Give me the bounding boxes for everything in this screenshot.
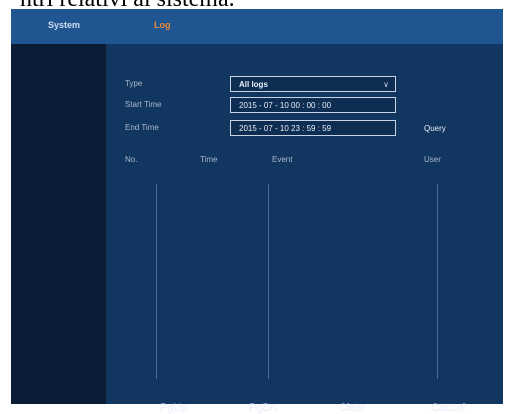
query-button[interactable]: Query xyxy=(424,124,446,133)
start-time-label: Start Time xyxy=(125,100,162,109)
cancel-button[interactable]: Cancel xyxy=(431,402,465,414)
pgup-button[interactable]: PgUp xyxy=(160,402,188,414)
column-divider xyxy=(437,184,438,379)
dvr-window: System Log Type All logs ∨ Start Time 20… xyxy=(11,9,503,414)
column-header-event: Event xyxy=(272,155,293,164)
column-header-no: No. xyxy=(125,155,138,164)
start-time-value: 2015 - 07 - 10 00 : 00 : 00 xyxy=(239,101,332,110)
tab-system[interactable]: System xyxy=(48,20,80,30)
top-tab-bar: System Log xyxy=(11,9,503,44)
clear-button[interactable]: Clear xyxy=(339,402,365,414)
column-divider xyxy=(268,184,269,379)
column-header-time: Time xyxy=(200,155,218,164)
column-divider xyxy=(156,184,157,379)
tab-log[interactable]: Log xyxy=(154,20,171,30)
end-time-field[interactable]: 2015 - 07 - 10 23 : 59 : 59 xyxy=(230,120,396,136)
type-value: All logs xyxy=(239,80,268,89)
column-header-user: User xyxy=(424,155,441,164)
pgdn-button[interactable]: PgDn xyxy=(249,402,277,414)
end-time-label: End Time xyxy=(125,123,159,132)
type-label: Type xyxy=(125,79,143,88)
end-time-value: 2015 - 07 - 10 23 : 59 : 59 xyxy=(239,124,332,133)
type-select[interactable]: All logs ∨ xyxy=(230,76,396,92)
start-time-field[interactable]: 2015 - 07 - 10 00 : 00 : 00 xyxy=(230,97,396,113)
sidebar xyxy=(11,44,106,404)
log-panel: Type All logs ∨ Start Time 2015 - 07 - 1… xyxy=(106,44,503,414)
chevron-down-icon: ∨ xyxy=(383,80,389,89)
